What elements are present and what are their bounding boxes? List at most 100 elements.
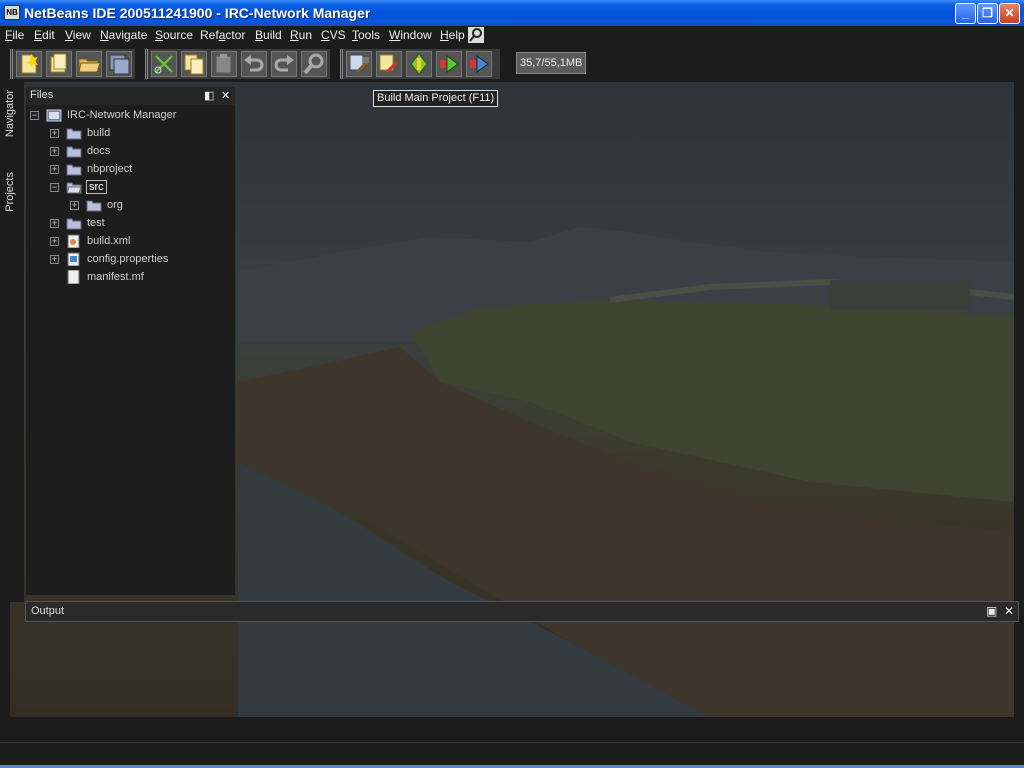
netbeans-logo-icon: NB <box>4 5 20 20</box>
collapse-icon[interactable]: − <box>30 111 39 120</box>
tree-node-label: test <box>87 217 105 229</box>
minimize-window-icon[interactable]: ▣ <box>986 604 997 618</box>
file-icon <box>66 269 82 285</box>
left-side-rail: Navigator Projects <box>0 82 24 602</box>
run-main-project-button[interactable] <box>436 51 462 77</box>
new-project-button[interactable] <box>46 51 72 77</box>
new-file-icon <box>21 54 38 74</box>
tree-node-label: config.properties <box>87 253 169 265</box>
menu-refactor[interactable]: Refactor <box>200 28 245 42</box>
toolbar: 35,7/55,1MB <box>0 46 1024 82</box>
tree-node[interactable]: manifest.mf <box>26 269 235 287</box>
save-all-icon <box>109 54 130 75</box>
folder-icon <box>66 144 82 158</box>
folder-icon <box>86 198 102 212</box>
expand-icon[interactable]: + <box>50 255 59 264</box>
cut-button[interactable] <box>151 51 177 77</box>
menu-window[interactable]: Window <box>389 28 432 42</box>
new-project-icon <box>50 53 67 73</box>
collapse-icon[interactable]: − <box>50 183 59 192</box>
files-panel-title: Files <box>30 89 54 101</box>
paste-button[interactable] <box>211 51 237 77</box>
quick-search-icon[interactable] <box>468 27 484 43</box>
expand-icon[interactable]: + <box>50 165 59 174</box>
tree-node-label: src <box>86 180 107 194</box>
menu-cvs[interactable]: CVS <box>321 28 346 42</box>
copy-icon <box>184 54 204 75</box>
open-project-button[interactable] <box>76 51 102 77</box>
expand-icon[interactable]: + <box>50 237 59 246</box>
clean-build-icon <box>379 54 399 74</box>
menu-file[interactable]: File <box>5 28 24 42</box>
memory-indicator[interactable]: 35,7/55,1MB <box>516 52 586 74</box>
files-panel: Files ◧ ✕ − IRC-Network Manager + build + doc… <box>25 86 236 596</box>
find-icon <box>303 53 324 75</box>
run-file-button[interactable] <box>466 51 492 77</box>
tree-node[interactable]: + nbproject <box>26 161 235 179</box>
menu-view[interactable]: View <box>65 28 91 42</box>
hammer-icon <box>349 54 369 74</box>
xml-icon <box>66 234 82 249</box>
undo-icon <box>244 55 264 72</box>
expand-icon[interactable]: + <box>50 129 59 138</box>
menu-edit[interactable]: Edit <box>34 28 55 42</box>
properties-icon <box>66 252 82 267</box>
close-button[interactable]: ✕ <box>999 3 1020 24</box>
minimize-button[interactable]: _ <box>955 3 976 24</box>
run-icon <box>440 55 459 73</box>
tree-node[interactable]: + config.properties <box>26 251 235 269</box>
folder-open-icon <box>66 180 82 194</box>
menu-navigate[interactable]: Navigate <box>100 28 147 42</box>
close-icon[interactable]: ✕ <box>1004 604 1014 618</box>
tree-node-label: build <box>87 127 111 139</box>
expand-icon[interactable]: + <box>50 147 59 156</box>
new-file-button[interactable] <box>16 51 42 77</box>
expand-icon[interactable]: + <box>50 219 59 228</box>
cut-icon <box>154 55 173 74</box>
menu-tools[interactable]: Tools <box>352 28 380 42</box>
toolbar-group-edit <box>145 49 330 79</box>
files-panel-header: Files ◧ ✕ <box>26 87 235 105</box>
tree-node-label: nbproject <box>87 163 133 175</box>
save-all-button[interactable] <box>106 51 132 77</box>
tab-navigator[interactable]: Navigator <box>4 90 16 137</box>
tree-node-label: org <box>107 199 123 211</box>
folder-icon <box>66 162 82 176</box>
run-file-icon <box>470 55 489 73</box>
tree-node[interactable]: + docs <box>26 143 235 161</box>
clean-build-button[interactable] <box>376 51 402 77</box>
debug-main-project-button[interactable] <box>406 51 432 77</box>
minimize-window-icon[interactable]: ◧ <box>204 89 214 102</box>
toolbar-group-build <box>340 49 500 79</box>
tree-node[interactable]: + build.xml <box>26 233 235 251</box>
redo-icon <box>274 55 294 72</box>
project-icon <box>46 108 62 122</box>
maximize-button[interactable]: ❐ <box>977 3 998 24</box>
find-button[interactable] <box>301 51 327 77</box>
copy-button[interactable] <box>181 51 207 77</box>
menu-help[interactable]: Help <box>440 28 465 42</box>
window-title: NetBeans IDE 200511241900 - IRC-Network … <box>24 5 371 21</box>
tree-node[interactable]: + build <box>26 125 235 143</box>
tree-node[interactable]: + org <box>26 197 235 215</box>
menu-build[interactable]: Build <box>255 28 282 42</box>
tree-node-label: build.xml <box>87 235 131 247</box>
menu-source[interactable]: Source <box>155 28 193 42</box>
tree-node[interactable]: + test <box>26 215 235 233</box>
toolbar-group-file <box>10 49 135 79</box>
undo-button[interactable] <box>241 51 267 77</box>
tree-node-label: IRC-Network Manager <box>67 109 177 121</box>
close-icon[interactable]: ✕ <box>221 89 230 102</box>
build-main-project-button[interactable] <box>346 51 372 77</box>
debug-icon <box>410 53 428 75</box>
expand-icon[interactable]: + <box>70 201 79 210</box>
tab-projects[interactable]: Projects <box>4 172 16 212</box>
tooltip: Build Main Project (F11) <box>373 90 499 107</box>
menu-run[interactable]: Run <box>290 28 312 42</box>
folder-icon <box>66 126 82 140</box>
title-bar[interactable]: NB NetBeans IDE 200511241900 - IRC-Netwo… <box>0 0 1024 26</box>
folder-icon <box>66 216 82 230</box>
redo-button[interactable] <box>271 51 297 77</box>
tree-node[interactable]: − IRC-Network Manager <box>26 107 235 125</box>
tree-node[interactable]: − src <box>26 179 235 197</box>
